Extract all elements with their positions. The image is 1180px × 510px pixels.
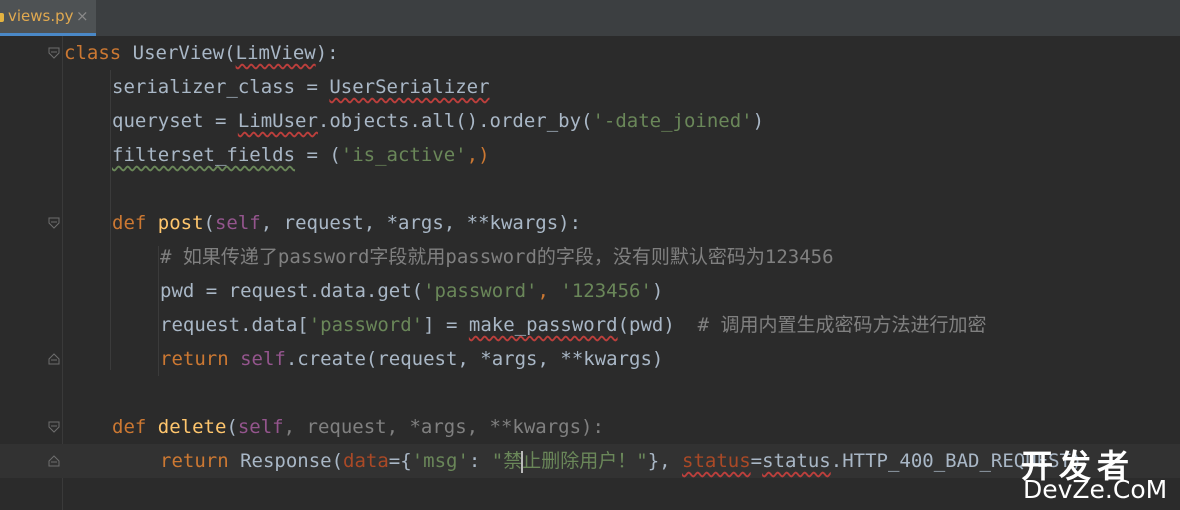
code-text: return Response(data={'msg': "禁止删除用户！"},…	[160, 449, 1082, 473]
code-text: queryset = LimUser.objects.all().order_b…	[112, 109, 764, 133]
code-line-8: pwd = request.data.get('password', '1234…	[0, 274, 1180, 308]
punct: )	[752, 110, 765, 132]
function-name: delete	[157, 416, 227, 438]
self-keyword: self	[214, 212, 261, 234]
keyword: return	[160, 450, 241, 472]
punct: ,	[537, 280, 561, 302]
code-line-10: return self.create(request, *args, **kwa…	[0, 342, 1180, 376]
code-line-12: def delete(self, request, *args, **kwarg…	[0, 410, 1180, 444]
identifier: UserSerializer	[329, 76, 490, 98]
punct: )	[651, 280, 664, 302]
string-literal: '123456'	[560, 280, 652, 302]
params: , request, *args, **kwargs):	[260, 212, 582, 234]
code-text: return self.create(request, *args, **kwa…	[160, 347, 663, 371]
code-line-2: serializer_class = UserSerializer	[0, 70, 1180, 104]
code-editor[interactable]: class UserView(LimView): serializer_clas…	[0, 36, 1180, 510]
string-literal: '-date_joined'	[592, 110, 753, 132]
identifier: filterset_fields	[112, 144, 296, 166]
code-text: pwd = request.data.get('password', '1234…	[160, 279, 663, 303]
python-file-icon	[0, 13, 4, 22]
code-line-13: return Response(data={'msg': "禁止删除用户！"},…	[0, 444, 1180, 478]
function-name: post	[157, 212, 204, 234]
fold-open-icon[interactable]	[48, 47, 60, 59]
operator: =	[295, 76, 330, 98]
operator: = (	[295, 144, 341, 166]
args: (pwd)	[617, 314, 698, 336]
fold-close-icon[interactable]	[48, 455, 60, 467]
identifier: serializer_class	[112, 76, 296, 98]
tab-label: views.py	[8, 7, 74, 25]
close-tab-icon[interactable]: ×	[76, 7, 89, 25]
string-literal: 'password'	[423, 280, 538, 302]
base-class: LimView	[235, 42, 316, 64]
function-call: make_password	[468, 314, 618, 336]
code-line-7: # 如果传递了password字段就用password的字段，没有则默认密码为1…	[0, 240, 1180, 274]
punct: (	[203, 212, 215, 234]
identifier: LimUser	[237, 110, 318, 132]
comment: # 调用内置生成密码方法进行加密	[697, 314, 987, 336]
keyword: def	[112, 212, 158, 234]
operator: =	[750, 450, 763, 472]
self-keyword: self	[240, 348, 286, 370]
code-text: class UserView(LimView):	[64, 41, 339, 65]
code-line-9: request.data['password'] = make_password…	[0, 308, 1180, 342]
identifier: status	[762, 450, 831, 472]
string-literal: 止删除用户！"	[522, 450, 648, 472]
string-literal: 'password'	[308, 314, 424, 336]
watermark-bottom-text: DevZe.CoM	[1023, 475, 1168, 504]
fold-open-icon[interactable]	[48, 217, 60, 229]
keyword: return	[160, 348, 241, 370]
punct: :	[468, 450, 492, 472]
code-line-3: queryset = LimUser.objects.all().order_b…	[0, 104, 1180, 138]
operator: ] =	[423, 314, 469, 336]
code-line-4: filterset_fields = ('is_active',)	[0, 138, 1180, 172]
keyword: class	[64, 42, 122, 64]
tab-views-py[interactable]: views.py ×	[0, 0, 96, 36]
method-call: .create(request, *args, **kwargs)	[285, 348, 664, 370]
class-name: UserView	[132, 42, 225, 64]
code-text: def delete(self, request, *args, **kwarg…	[112, 415, 604, 439]
punct: ,)	[466, 144, 490, 166]
watermark-logo: 开发者 DevZe.CoM	[1021, 441, 1176, 505]
keyword-arg: status	[682, 450, 751, 472]
function-call: Response(	[240, 450, 344, 472]
self-keyword: self	[237, 416, 284, 438]
code-text: def post(self, request, *args, **kwargs)…	[112, 211, 581, 235]
code-text: filterset_fields = ('is_active',)	[112, 143, 490, 167]
string-literal: "禁	[491, 450, 523, 472]
operator: ={	[388, 450, 412, 472]
string-literal: 'msg'	[411, 450, 469, 472]
params: , request, *args, **kwargs):	[283, 416, 604, 438]
punct: ):	[315, 42, 339, 64]
editor-tab-bar: views.py ×	[0, 0, 1180, 37]
code-line-1: class UserView(LimView):	[0, 36, 1180, 70]
identifier: request.data[	[160, 314, 309, 336]
fold-close-icon[interactable]	[48, 353, 60, 365]
identifier: pwd = request.data.get(	[160, 280, 424, 302]
keyword-arg: data	[343, 450, 389, 472]
fold-open-icon[interactable]	[48, 421, 60, 433]
keyword: def	[112, 416, 158, 438]
punct: (	[226, 416, 238, 438]
code-line-6: def post(self, request, *args, **kwargs)…	[0, 206, 1180, 240]
punct: },	[647, 450, 683, 472]
comment: # 如果传递了password字段就用password的字段，没有则默认密码为1…	[160, 246, 834, 268]
identifier: queryset =	[112, 110, 238, 132]
code-text: request.data['password'] = make_password…	[160, 313, 987, 337]
code-text: serializer_class = UserSerializer	[112, 75, 490, 99]
method-chain: .objects.all().order_by(	[317, 110, 593, 132]
string-literal: 'is_active'	[340, 144, 467, 166]
punct: (	[224, 42, 236, 64]
